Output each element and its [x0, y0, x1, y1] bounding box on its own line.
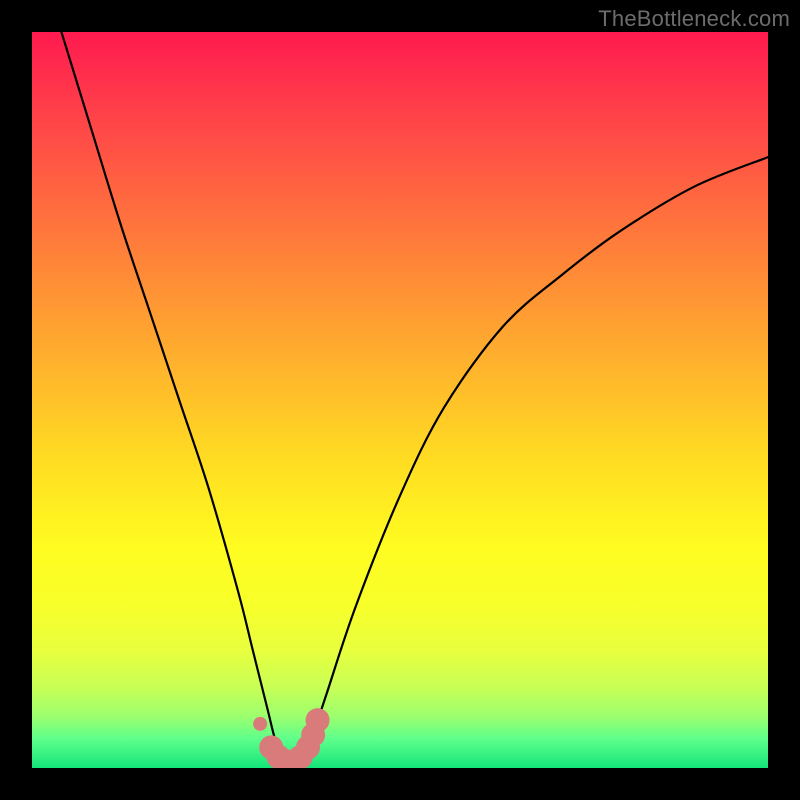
watermark-text: TheBottleneck.com	[598, 6, 790, 32]
highlight-dots-group	[253, 708, 329, 768]
chart-svg	[32, 32, 768, 768]
highlight-dot	[306, 708, 330, 732]
bottleneck-curve	[61, 32, 768, 764]
plot-area	[32, 32, 768, 768]
chart-frame: TheBottleneck.com	[0, 0, 800, 800]
bottleneck-curve-group	[61, 32, 768, 764]
highlight-dot	[253, 717, 267, 731]
